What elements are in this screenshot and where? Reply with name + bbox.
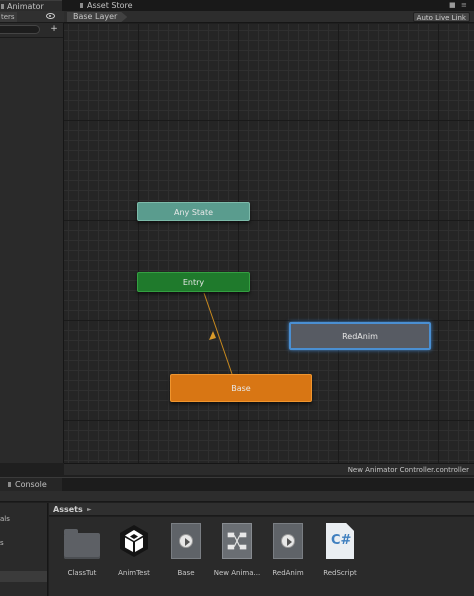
tab-asset-store-label: Asset Store	[87, 1, 133, 10]
unity-icon	[120, 525, 148, 557]
assets-breadcrumb-bar: Assets ►	[49, 503, 474, 516]
asset-label: New Anima...	[213, 569, 261, 577]
asset-redscript[interactable]: C# RedScript	[315, 523, 365, 583]
tree-item[interactable]: als	[0, 515, 46, 523]
state-base[interactable]: Base	[170, 374, 312, 402]
tab-asset-store[interactable]: Asset Store	[79, 0, 133, 11]
eye-icon[interactable]	[46, 13, 55, 19]
animator-controller-icon	[222, 523, 252, 559]
project-folder-tree: als s	[0, 503, 48, 596]
state-entry[interactable]: Entry	[137, 272, 250, 292]
window-tab-bar: Animator Asset Store ■ ≡	[0, 0, 474, 11]
tab-animator-label: Animator	[7, 2, 44, 11]
controller-path: New Animator Controller.controller	[347, 466, 469, 474]
asset-label: RedScript	[323, 569, 357, 577]
tab-parameters[interactable]: ters	[0, 12, 17, 22]
tab-animator[interactable]: Animator	[0, 0, 62, 11]
state-machine-graph[interactable]: Any State Entry RedAnim Base	[64, 24, 474, 463]
csharp-glyph: C#	[331, 533, 352, 548]
tree-item-selected[interactable]	[0, 571, 47, 582]
animator-tab-icon	[1, 4, 4, 9]
folder-icon	[64, 529, 100, 559]
breadcrumb-assets[interactable]: Assets	[53, 503, 83, 516]
window-menu-icon[interactable]: ≡	[461, 2, 467, 9]
tab-console-label: Console	[15, 480, 47, 489]
asset-base[interactable]: Base	[161, 523, 211, 583]
csharp-script-icon: C#	[326, 523, 354, 559]
asset-label: ClassTut	[67, 569, 97, 577]
asset-label: RedAnim	[272, 569, 304, 577]
transition-entry-to-base[interactable]	[203, 292, 233, 375]
asset-new-animator-controller[interactable]: New Anima...	[212, 523, 262, 583]
parameter-search-input[interactable]	[0, 25, 40, 34]
tab-console[interactable]: Console	[0, 478, 62, 491]
asset-animtest[interactable]: AnimTest	[109, 523, 159, 583]
state-any-state[interactable]: Any State	[137, 202, 250, 221]
console-tab-icon	[8, 482, 11, 487]
asset-redanim[interactable]: RedAnim	[263, 523, 313, 583]
parameters-panel: ters +	[0, 11, 64, 463]
asset-store-tab-icon	[80, 3, 83, 8]
assets-grid: ClassTut AnimTest Base New Anima... RedA…	[49, 517, 474, 596]
parameters-panel-tabs: ters	[0, 11, 64, 23]
play-icon	[179, 534, 193, 548]
asset-classtut[interactable]: ClassTut	[57, 523, 107, 583]
graph-status-bar: New Animator Controller.controller	[64, 463, 474, 475]
graph-toolbar: Base Layer Auto Live Link	[64, 11, 474, 23]
auto-live-link-button[interactable]: Auto Live Link	[412, 12, 470, 22]
add-parameter-button[interactable]: +	[49, 24, 59, 34]
animation-clip-icon	[171, 523, 201, 559]
tree-item[interactable]: s	[0, 539, 46, 547]
lock-icon[interactable]: ■	[449, 2, 456, 9]
breadcrumb-arrow-icon: ►	[87, 506, 92, 513]
divider	[0, 37, 63, 38]
asset-label: Base	[177, 569, 195, 577]
console-tab-bar: Console	[0, 477, 474, 491]
transition-arrow-icon	[209, 331, 216, 340]
project-toolbar	[0, 491, 474, 502]
breadcrumb-base-layer[interactable]: Base Layer	[67, 12, 127, 22]
state-redanim[interactable]: RedAnim	[289, 322, 431, 350]
play-icon	[281, 534, 295, 548]
asset-label: AnimTest	[118, 569, 150, 577]
animation-clip-icon	[273, 523, 303, 559]
